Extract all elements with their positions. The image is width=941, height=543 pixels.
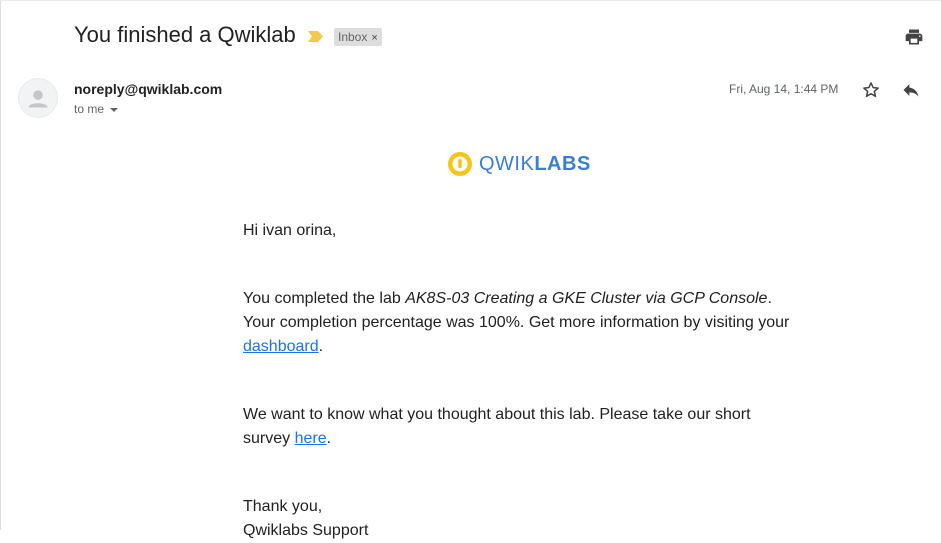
survey-paragraph: We want to know what you thought about t… [243,406,751,447]
signature-text: Qwiklabs Support [243,522,369,539]
completion-paragraph: You completed the lab AK8S-03 Creating a… [243,290,790,355]
email-subject: You finished a Qwiklab [74,22,296,47]
recipient-label: to me [74,102,105,116]
window-edge [0,0,1,530]
sender-address[interactable]: noreply@qwiklab.com [74,81,222,97]
sender-avatar[interactable] [18,78,58,118]
person-icon [28,90,48,108]
greeting-text: Hi ivan orina, [243,222,337,239]
qwiklabs-logo-icon [448,152,472,176]
signoff: Thank you, Qwiklabs Support [243,495,368,543]
qwiklabs-logo: QWIKLABS [446,150,591,178]
label-chip-text: Inbox [338,30,368,44]
dashboard-link[interactable]: dashboard [243,338,319,355]
chevron-down-icon[interactable] [110,107,119,112]
importance-marker-icon[interactable] [307,30,324,48]
star-icon[interactable] [861,80,881,105]
inbox-label-chip[interactable]: Inbox × [334,28,382,46]
remove-label-icon[interactable]: × [371,32,377,44]
reply-icon[interactable] [901,80,921,105]
lab-name: AK8S-03 Creating a GKE Cluster via GCP C… [405,290,768,307]
window-top-edge [0,0,941,1]
thanks-text: Thank you, [243,498,323,515]
email-date: Fri, Aug 14, 1:44 PM [729,82,839,96]
logo-wordmark: QWIKLABS [479,152,591,175]
print-icon[interactable] [904,27,924,52]
recipient-details[interactable]: to me [74,102,119,116]
survey-link[interactable]: here [295,430,327,447]
